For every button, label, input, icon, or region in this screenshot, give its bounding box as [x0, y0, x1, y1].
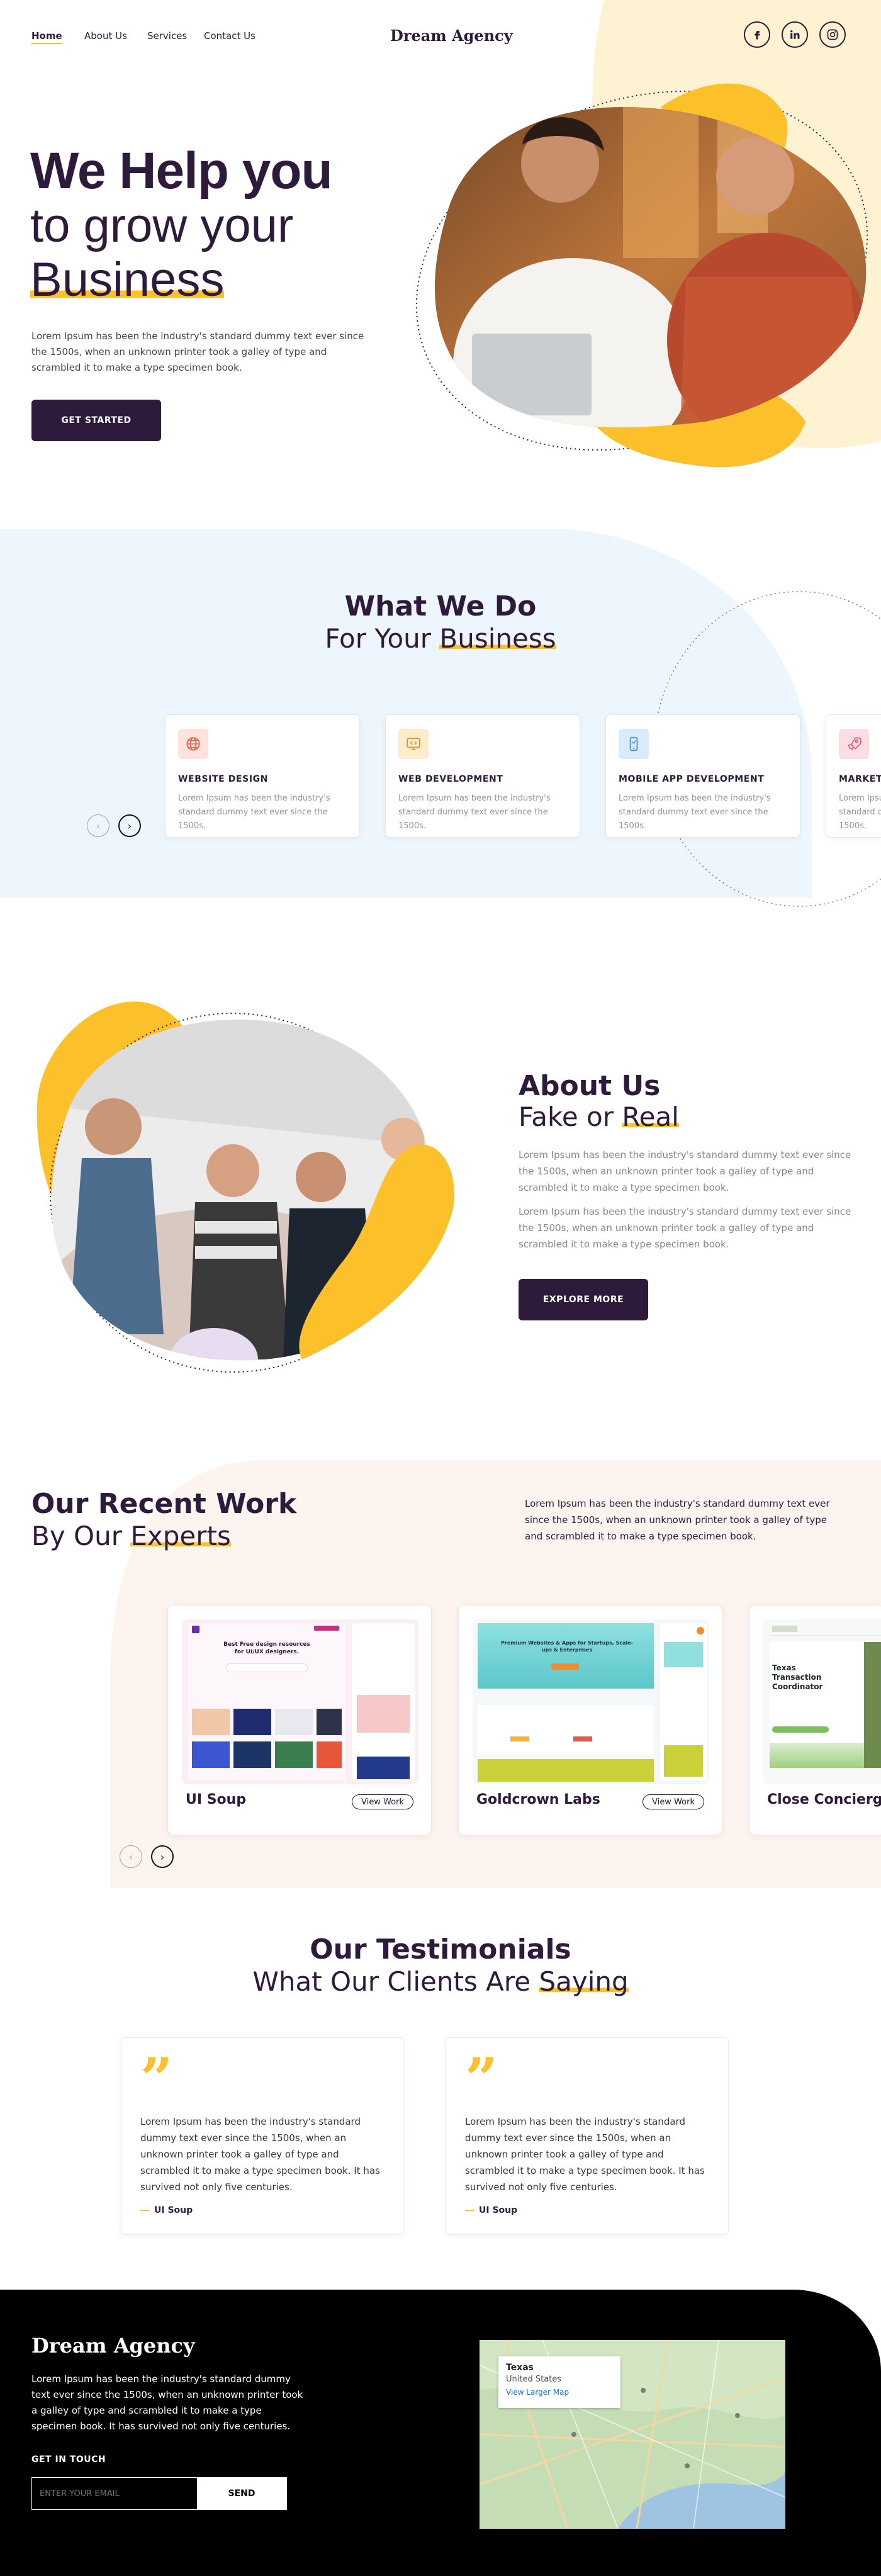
- get-in-touch-label: GET IN TOUCH: [31, 2455, 106, 2465]
- chevron-right-icon: ›: [127, 819, 132, 832]
- testimonial-card: ” Lorem Ipsum has been the industry's st…: [121, 2037, 404, 2235]
- facebook-link[interactable]: [744, 21, 770, 48]
- about-subtitle-highlight: Real: [622, 1101, 679, 1132]
- newsletter-form: SEND: [31, 2477, 287, 2510]
- instagram-link[interactable]: [819, 21, 846, 48]
- facebook-icon: [755, 31, 760, 40]
- view-work-button[interactable]: View Work: [643, 1794, 704, 1809]
- services-subtitle-highlight: Business: [439, 623, 556, 654]
- services-prev-button[interactable]: ‹: [87, 814, 109, 837]
- work-text: Lorem Ipsum has been the industry's stan…: [525, 1498, 830, 1542]
- testimonial-card: ” Lorem Ipsum has been the industry's st…: [446, 2037, 729, 2235]
- email-input[interactable]: [32, 2478, 197, 2509]
- nav-about[interactable]: About Us: [84, 30, 127, 42]
- work-subtitle-highlight: Experts: [130, 1521, 231, 1551]
- service-title: WEBSITE DESIGN: [178, 774, 269, 784]
- hero-text: Lorem Ipsum has been the industry's stan…: [31, 330, 364, 373]
- map-place-subtitle: United States: [506, 2375, 562, 2384]
- work-screenshot-title: Best Free design resources for UI/UX des…: [223, 1641, 310, 1655]
- chevron-right-icon: ›: [160, 1850, 165, 1863]
- work-screenshot-title: Premium Websites & Apps for Startups, Sc…: [501, 1640, 633, 1653]
- rocket-icon: [839, 729, 869, 759]
- testimonials-subtitle-highlight: Saying: [539, 1966, 629, 1997]
- chevron-left-icon: ‹: [128, 1850, 133, 1863]
- footer-text: Lorem Ipsum has been the industry's stan…: [31, 2373, 303, 2432]
- services-subtitle-text: For Your: [325, 623, 440, 654]
- work-screenshot-title: Texas Transaction Coordinator: [772, 1663, 823, 1691]
- testimonial-text: Lorem Ipsum has been the industry's stan…: [465, 2116, 705, 2193]
- globe-icon: [178, 729, 208, 759]
- work-card-ui-soup[interactable]: Best Free design resources for UI/UX des…: [167, 1605, 432, 1835]
- send-button[interactable]: SEND: [197, 2478, 286, 2509]
- about-title: About Us: [519, 1070, 661, 1102]
- get-started-button[interactable]: GET STARTED: [31, 400, 161, 441]
- work-card-close-concierge[interactable]: Texas Transaction Coordinator Close Conc…: [749, 1605, 881, 1835]
- about-paragraph-1: Lorem Ipsum has been the industry's stan…: [519, 1149, 851, 1193]
- work-prev-button[interactable]: ‹: [120, 1845, 142, 1868]
- service-title: MOBILE APP DEVELOPMENT: [619, 774, 765, 784]
- map-info-box: Texas United States View Larger Map: [498, 2356, 620, 2408]
- work-name: UI Soup: [186, 1792, 247, 1808]
- work-subtitle: By Our Experts: [31, 1521, 231, 1551]
- linkedin-icon: [790, 30, 800, 39]
- testimonials-subtitle-text: What Our Clients Are: [252, 1966, 539, 1997]
- service-card-website-design[interactable]: WEBSITE DESIGN Lorem Ipsum has been the …: [165, 714, 360, 838]
- hero-heading-line3: Business: [30, 253, 225, 307]
- testimonials-subtitle: What Our Clients Are Saying: [0, 1966, 881, 1997]
- about-photo: [25, 982, 466, 1397]
- testimonials-title: Our Testimonials: [310, 1933, 571, 1966]
- linkedin-link[interactable]: [782, 21, 808, 48]
- work-screenshot: Premium Websites & Apps for Startups, Sc…: [473, 1619, 709, 1784]
- nav-home[interactable]: Home: [31, 30, 62, 44]
- work-next-button[interactable]: ›: [151, 1845, 174, 1868]
- work-title: Our Recent Work: [31, 1488, 297, 1520]
- hero-heading: We Help you to grow your Business: [30, 142, 333, 307]
- about-paragraph-2: Lorem Ipsum has been the industry's stan…: [519, 1206, 851, 1250]
- work-name: Close Concierge: [767, 1792, 881, 1808]
- nav-services[interactable]: Services: [147, 30, 187, 42]
- service-text: Lorem Ipsum has been the industry's stan…: [398, 794, 551, 831]
- instagram-icon: [827, 29, 838, 40]
- about-subtitle-text: Fake or: [519, 1101, 622, 1132]
- work-subtitle-text: By Our: [31, 1521, 131, 1551]
- hero-heading-line2: to grow your: [30, 199, 294, 252]
- hero-photo: [415, 69, 881, 472]
- explore-more-button[interactable]: EXPLORE MORE: [519, 1279, 648, 1320]
- testimonial-author: UI Soup: [140, 2205, 384, 2215]
- service-card-mobile-app-development[interactable]: MOBILE APP DEVELOPMENT Lorem Ipsum has b…: [605, 714, 800, 838]
- brand-logo[interactable]: Dream Agency: [390, 26, 513, 45]
- service-card-web-development[interactable]: WEB DEVELOPMENT Lorem Ipsum has been the…: [385, 714, 580, 838]
- footer-brand: Dream Agency: [31, 2334, 195, 2358]
- chevron-left-icon: ‹: [96, 819, 101, 832]
- quote-icon: ”: [465, 2057, 498, 2095]
- testimonial-text: Lorem Ipsum has been the industry's stan…: [140, 2116, 380, 2193]
- services-title: What We Do: [344, 590, 537, 622]
- nav-contact[interactable]: Contact Us: [204, 30, 255, 42]
- testimonial-author: UI Soup: [465, 2205, 709, 2215]
- about-subtitle: Fake or Real: [519, 1101, 679, 1132]
- view-larger-map-link[interactable]: View Larger Map: [506, 2388, 613, 2397]
- service-title: WEB DEVELOPMENT: [398, 774, 503, 784]
- code-monitor-icon: [398, 729, 429, 759]
- services-next-button[interactable]: ›: [118, 814, 141, 837]
- work-screenshot: Best Free design resources for UI/UX des…: [182, 1619, 418, 1784]
- hero-heading-line1: We Help you: [30, 142, 333, 200]
- mobile-icon: [619, 729, 649, 759]
- view-work-button[interactable]: View Work: [352, 1794, 413, 1809]
- work-name: Goldcrown Labs: [476, 1792, 600, 1808]
- service-text: Lorem Ipsum has been the industry's stan…: [839, 794, 881, 831]
- service-text: Lorem Ipsum has been the industry's stan…: [619, 794, 771, 831]
- quote-icon: ”: [140, 2057, 173, 2095]
- work-screenshot: Texas Transaction Coordinator: [763, 1619, 881, 1784]
- location-map[interactable]: Texas United States View Larger Map: [480, 2340, 785, 2529]
- service-text: Lorem Ipsum has been the industry's stan…: [178, 794, 330, 831]
- service-title: MARKETING: [839, 774, 881, 784]
- map-place-title: Texas: [506, 2363, 534, 2373]
- service-card-marketing[interactable]: MARKETING Lorem Ipsum has been the indus…: [826, 714, 881, 838]
- services-subtitle: For Your Business: [0, 623, 881, 654]
- work-card-goldcrown-labs[interactable]: Premium Websites & Apps for Startups, Sc…: [458, 1605, 722, 1835]
